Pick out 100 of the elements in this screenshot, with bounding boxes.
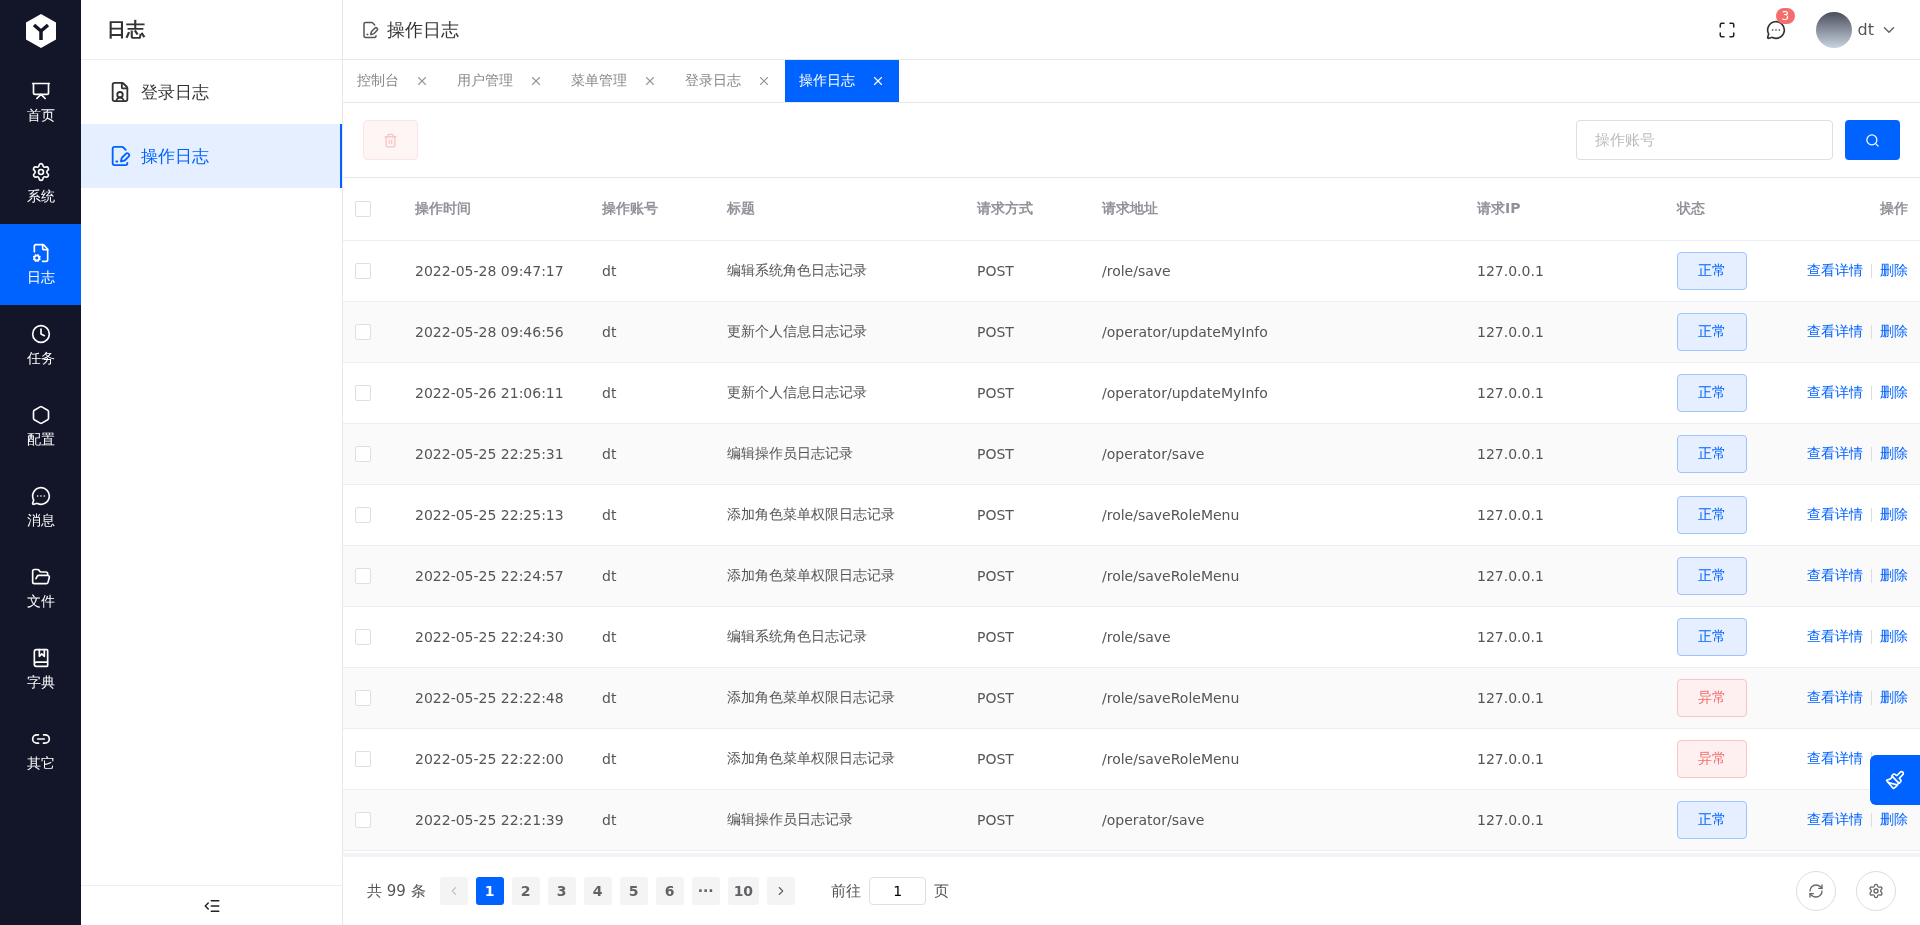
theme-button[interactable] — [1870, 755, 1920, 805]
nav-rail-item[interactable]: 配置 — [0, 386, 81, 467]
status-tag: 正常 — [1677, 374, 1747, 412]
row-checkbox[interactable] — [355, 751, 371, 767]
avatar[interactable] — [1815, 11, 1852, 48]
action-link[interactable]: 查看详情 — [1807, 811, 1863, 829]
page-button[interactable]: 3 — [547, 877, 576, 905]
action-link[interactable]: 查看详情 — [1807, 689, 1863, 707]
document-user-icon — [109, 81, 131, 103]
action-link[interactable]: 删除 — [1880, 323, 1908, 341]
table-cell-text: /role/saveRoleMenu — [1102, 568, 1241, 584]
tab[interactable]: 操作日志 — [785, 60, 899, 102]
action-link[interactable]: 删除 — [1880, 384, 1908, 402]
table-cell-text: 编辑操作员日志记录 — [727, 811, 854, 829]
action-link[interactable]: 删除 — [1880, 628, 1908, 646]
action-link[interactable]: 删除 — [1880, 567, 1908, 585]
search-field[interactable]: 操作账号 — [1576, 120, 1833, 160]
page-button[interactable]: ··· — [691, 877, 720, 905]
row-checkbox[interactable] — [355, 385, 371, 401]
table-cell-text: 2022-05-28 09:47:17 — [415, 263, 565, 279]
row-checkbox[interactable] — [355, 690, 371, 706]
table-cell-text: 编辑操作员日志记录 — [727, 445, 854, 463]
page-button[interactable]: 6 — [655, 877, 684, 905]
action-link[interactable]: 查看详情 — [1807, 262, 1863, 280]
page-title: 操作日志 — [387, 17, 459, 42]
nav-rail-item[interactable]: 首页 — [0, 62, 81, 143]
row-checkbox[interactable] — [355, 446, 371, 462]
action-link[interactable]: 查看详情 — [1807, 384, 1863, 402]
close-icon[interactable] — [415, 74, 429, 88]
nav-rail-item[interactable]: 字典 — [0, 629, 81, 710]
tab[interactable]: 菜单管理 — [557, 60, 671, 102]
chat-icon[interactable] — [1765, 19, 1786, 40]
select-all-checkbox[interactable] — [355, 201, 371, 217]
nav-rail-item[interactable]: 系统 — [0, 143, 81, 224]
nav-label: 文件 — [26, 592, 55, 611]
table-cell-text: 更新个人信息日志记录 — [727, 384, 868, 402]
page-button[interactable]: 10 — [727, 877, 760, 905]
row-checkbox[interactable] — [355, 507, 371, 523]
table-cell-text: dt — [602, 385, 618, 401]
close-icon[interactable] — [757, 74, 771, 88]
table-cell-text: dt — [602, 446, 618, 462]
row-checkbox[interactable] — [355, 324, 371, 340]
tab[interactable]: 控制台 — [343, 60, 443, 102]
goto-page-field[interactable]: 1 — [869, 877, 927, 905]
table-cell-text: 添加角色菜单权限日志记录 — [727, 506, 896, 524]
status-tag: 正常 — [1677, 618, 1747, 656]
nav-rail-item[interactable]: 消息 — [0, 467, 81, 548]
close-icon[interactable] — [529, 74, 543, 88]
status-tag: 正常 — [1677, 496, 1747, 534]
table-cell-text: POST — [977, 690, 1015, 706]
nav-rail-item[interactable]: 日志 — [0, 224, 81, 305]
presentation-icon — [30, 80, 51, 101]
action-link[interactable]: 删除 — [1880, 445, 1908, 463]
page-button[interactable]: 1 — [475, 877, 504, 905]
refresh-button[interactable] — [1796, 871, 1836, 911]
submenu-item[interactable]: 登录日志 — [81, 60, 342, 124]
close-icon[interactable] — [871, 74, 885, 88]
tab[interactable]: 用户管理 — [443, 60, 557, 102]
action-link[interactable]: 查看详情 — [1807, 567, 1863, 585]
action-link[interactable]: 删除 — [1880, 811, 1908, 829]
fullscreen-icon[interactable] — [1717, 20, 1736, 39]
row-checkbox[interactable] — [355, 568, 371, 584]
column-header: 请求地址 — [1102, 200, 1159, 218]
table-cell-text: POST — [977, 751, 1015, 767]
column-header: 状态 — [1677, 200, 1706, 218]
action-link[interactable]: 删除 — [1880, 506, 1908, 524]
row-checkbox[interactable] — [355, 812, 371, 828]
action-link[interactable]: 查看详情 — [1807, 323, 1863, 341]
search-button[interactable] — [1845, 120, 1900, 160]
table-cell-text: /role/saveRoleMenu — [1102, 507, 1241, 523]
page-button[interactable]: 5 — [619, 877, 648, 905]
page-button[interactable]: 2 — [511, 877, 540, 905]
row-checkbox[interactable] — [355, 263, 371, 279]
action-link[interactable]: 查看详情 — [1807, 506, 1863, 524]
page-button[interactable]: 4 — [583, 877, 612, 905]
nav-rail-item[interactable]: 任务 — [0, 305, 81, 386]
table-cell-text: /operator/save — [1102, 446, 1206, 462]
table-cell-text: dt — [602, 568, 618, 584]
settings-button[interactable] — [1856, 871, 1896, 911]
nav-rail-item[interactable]: 其它 — [0, 710, 81, 791]
submenu-item[interactable]: 操作日志 — [81, 124, 342, 188]
column-header: 请求方式 — [977, 200, 1034, 218]
next-page-button[interactable] — [767, 877, 796, 905]
action-link[interactable]: 查看详情 — [1807, 445, 1863, 463]
user-name[interactable]: dt — [1857, 20, 1874, 39]
table-cell-text: 127.0.0.1 — [1477, 324, 1545, 340]
chat-icon — [30, 485, 51, 506]
tab[interactable]: 登录日志 — [671, 60, 785, 102]
row-checkbox[interactable] — [355, 629, 371, 645]
tab-label: 菜单管理 — [571, 72, 627, 90]
nav-rail-item[interactable]: 文件 — [0, 548, 81, 629]
action-link[interactable]: 查看详情 — [1807, 750, 1863, 768]
status-tag: 正常 — [1677, 435, 1747, 473]
action-link[interactable]: 删除 — [1880, 262, 1908, 280]
close-icon[interactable] — [643, 74, 657, 88]
action-link[interactable]: 查看详情 — [1807, 628, 1863, 646]
column-header: 标题 — [727, 200, 756, 218]
nav-label: 系统 — [26, 187, 55, 206]
status-tag: 异常 — [1677, 740, 1747, 778]
action-link[interactable]: 删除 — [1880, 689, 1908, 707]
